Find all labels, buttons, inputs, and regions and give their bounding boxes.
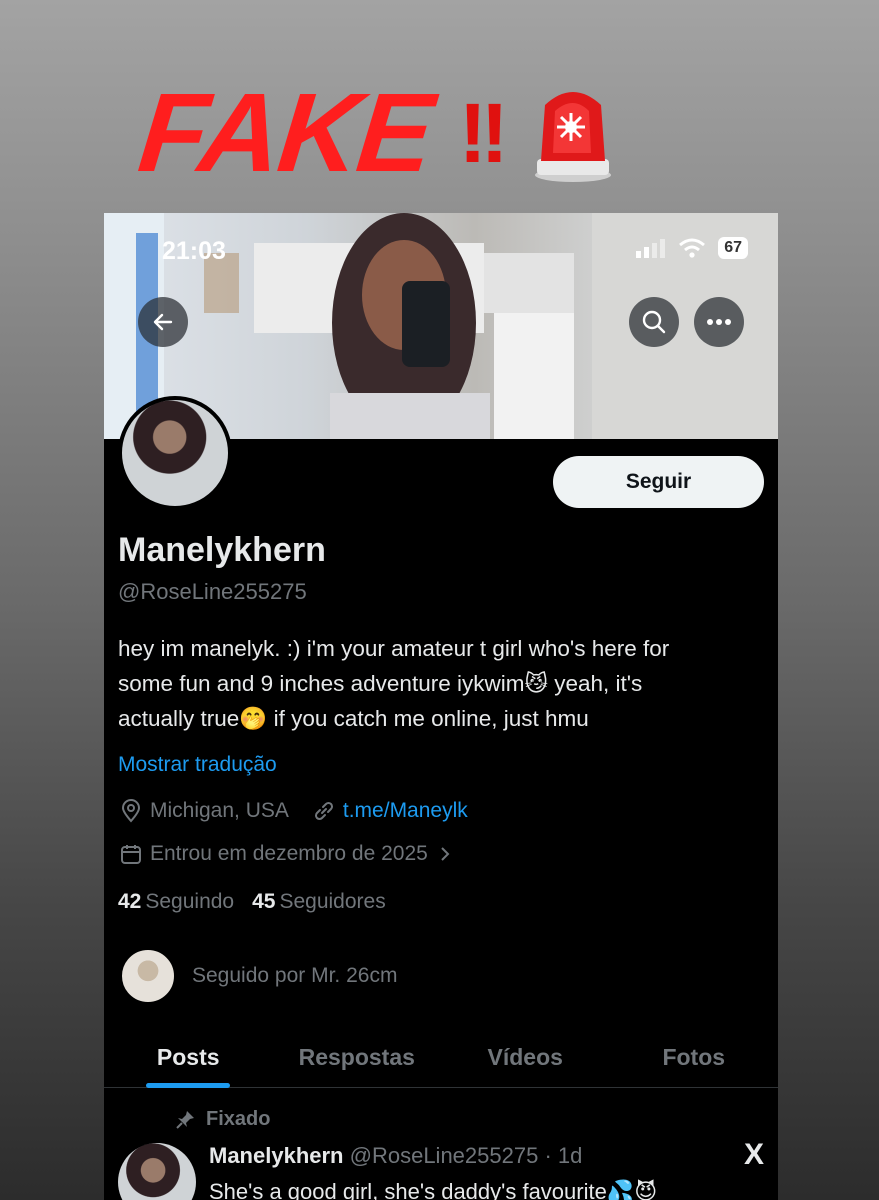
profile-link[interactable]: t.me/Maneylk bbox=[343, 799, 468, 823]
bio-line: some fun and 9 inches adventure iykwim😼 … bbox=[118, 671, 643, 696]
post-text[interactable]: She's a good girl, she's daddy's favouri… bbox=[209, 1179, 657, 1200]
bio-line: actually true🤭 if you catch me online, j… bbox=[118, 706, 589, 731]
x-logo-icon: X bbox=[743, 1138, 764, 1171]
more-icon bbox=[707, 319, 731, 325]
post-time: · 1d bbox=[544, 1143, 583, 1168]
search-button[interactable] bbox=[629, 297, 679, 347]
tab-photos[interactable]: Fotos bbox=[610, 1028, 779, 1087]
post-header: Manelykhern @RoseLine255275 · 1d bbox=[209, 1143, 582, 1169]
chevron-right-icon bbox=[432, 841, 458, 867]
pinned-label: Fixado bbox=[206, 1108, 271, 1130]
fake-label: FAKE bbox=[133, 70, 438, 195]
profile-avatar[interactable] bbox=[118, 396, 232, 510]
following-stat[interactable]: 42 Seguindo bbox=[118, 890, 234, 914]
cat-emoji-icon: 😼 bbox=[524, 671, 548, 696]
location-text: Michigan, USA bbox=[150, 799, 289, 822]
profile-screen: 21:03 67 Seguir Manelykhern @RoseLine255… bbox=[104, 213, 778, 1200]
wifi-icon bbox=[679, 238, 706, 258]
joined-text: Entrou em dezembro de 2025 bbox=[150, 842, 428, 865]
followers-stat[interactable]: 45 Seguidores bbox=[252, 890, 386, 914]
siren-icon bbox=[533, 83, 613, 183]
follow-button[interactable]: Seguir bbox=[553, 456, 764, 508]
battery-icon: 67 bbox=[718, 237, 748, 259]
profile-tabs: Posts Respostas Vídeos Fotos bbox=[104, 1028, 778, 1088]
search-icon bbox=[642, 310, 666, 334]
pin-icon bbox=[176, 1110, 194, 1129]
post-avatar[interactable] bbox=[118, 1143, 196, 1200]
profile-meta: Michigan, USA t.me/Maneylk bbox=[118, 798, 468, 824]
droplets-devil-emoji-icon: 💦😈 bbox=[606, 1179, 658, 1200]
bio: hey im manelyk. :) i'm your amateur t gi… bbox=[118, 631, 768, 736]
tab-posts[interactable]: Posts bbox=[104, 1028, 273, 1087]
status-time: 21:03 bbox=[162, 237, 226, 265]
follower-avatar bbox=[120, 948, 176, 1004]
fake-warning-banner: FAKE !! bbox=[133, 70, 613, 195]
followed-by[interactable]: Seguido por Mr. 26cm bbox=[120, 948, 397, 1004]
arrow-left-icon bbox=[153, 313, 173, 331]
hand-over-mouth-emoji-icon: 🤭 bbox=[239, 706, 268, 731]
double-exclamation: !! bbox=[458, 86, 509, 180]
status-icons: 67 bbox=[636, 237, 748, 259]
post-author[interactable]: Manelykhern bbox=[209, 1143, 344, 1168]
more-options-button[interactable] bbox=[694, 297, 744, 347]
tab-replies[interactable]: Respostas bbox=[273, 1028, 442, 1087]
show-translation-link[interactable]: Mostrar tradução bbox=[118, 753, 277, 777]
display-name: Manelykhern bbox=[118, 531, 326, 569]
post-handle: @RoseLine255275 bbox=[349, 1143, 539, 1168]
followed-by-text: Seguido por Mr. 26cm bbox=[192, 964, 398, 987]
pinned-indicator: Fixado bbox=[174, 1108, 270, 1131]
username: @RoseLine255275 bbox=[118, 579, 307, 604]
back-button[interactable] bbox=[138, 297, 188, 347]
location-pin-icon bbox=[118, 798, 144, 824]
joined-row[interactable]: Entrou em dezembro de 2025 bbox=[118, 841, 464, 867]
tab-videos[interactable]: Vídeos bbox=[441, 1028, 610, 1087]
signal-icon bbox=[636, 239, 666, 258]
calendar-icon bbox=[118, 841, 144, 867]
follow-stats: 42 Seguindo 45 Seguidores bbox=[118, 890, 386, 914]
bio-line: hey im manelyk. :) i'm your amateur t gi… bbox=[118, 636, 670, 661]
link-icon bbox=[311, 798, 337, 824]
